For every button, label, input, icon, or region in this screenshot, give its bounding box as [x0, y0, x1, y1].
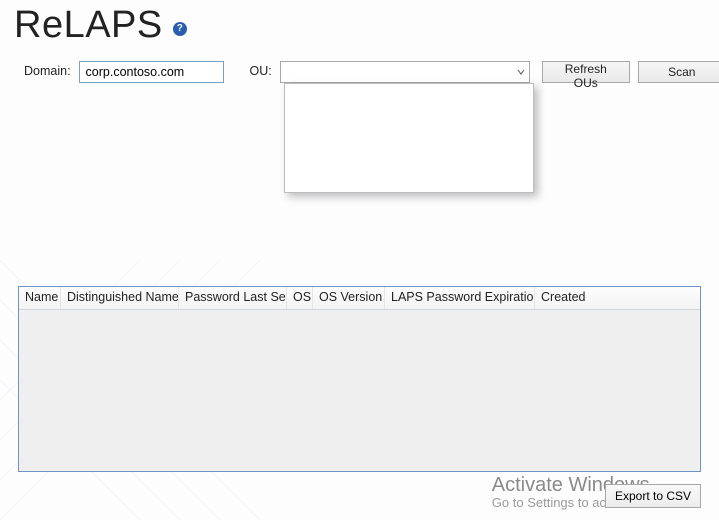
grid-body — [19, 310, 700, 471]
domain-input[interactable] — [79, 61, 224, 83]
app-title: ReLAPS — [14, 4, 163, 47]
scan-button[interactable]: Scan — [638, 61, 719, 83]
col-pwd-last-set[interactable]: Password Last Set — [179, 287, 287, 309]
ou-combobox[interactable] — [280, 61, 530, 83]
help-icon[interactable]: ? — [173, 22, 187, 36]
col-laps-exp[interactable]: LAPS Password Expiration — [385, 287, 535, 309]
col-os[interactable]: OS — [287, 287, 313, 309]
ou-label: OU: — [250, 61, 272, 78]
domain-label: Domain: — [24, 61, 71, 78]
col-created[interactable]: Created — [535, 287, 700, 309]
chevron-down-icon — [517, 68, 525, 76]
refresh-ous-button[interactable]: Refresh OUs — [542, 61, 630, 83]
ou-dropdown-panel[interactable] — [284, 83, 534, 193]
results-grid[interactable]: Name Distinguished Name Password Last Se… — [18, 286, 701, 472]
col-name[interactable]: Name — [19, 287, 61, 309]
grid-header-row: Name Distinguished Name Password Last Se… — [19, 287, 700, 310]
col-dn[interactable]: Distinguished Name — [61, 287, 179, 309]
export-csv-button[interactable]: Export to CSV — [605, 484, 701, 508]
col-os-version[interactable]: OS Version — [313, 287, 385, 309]
